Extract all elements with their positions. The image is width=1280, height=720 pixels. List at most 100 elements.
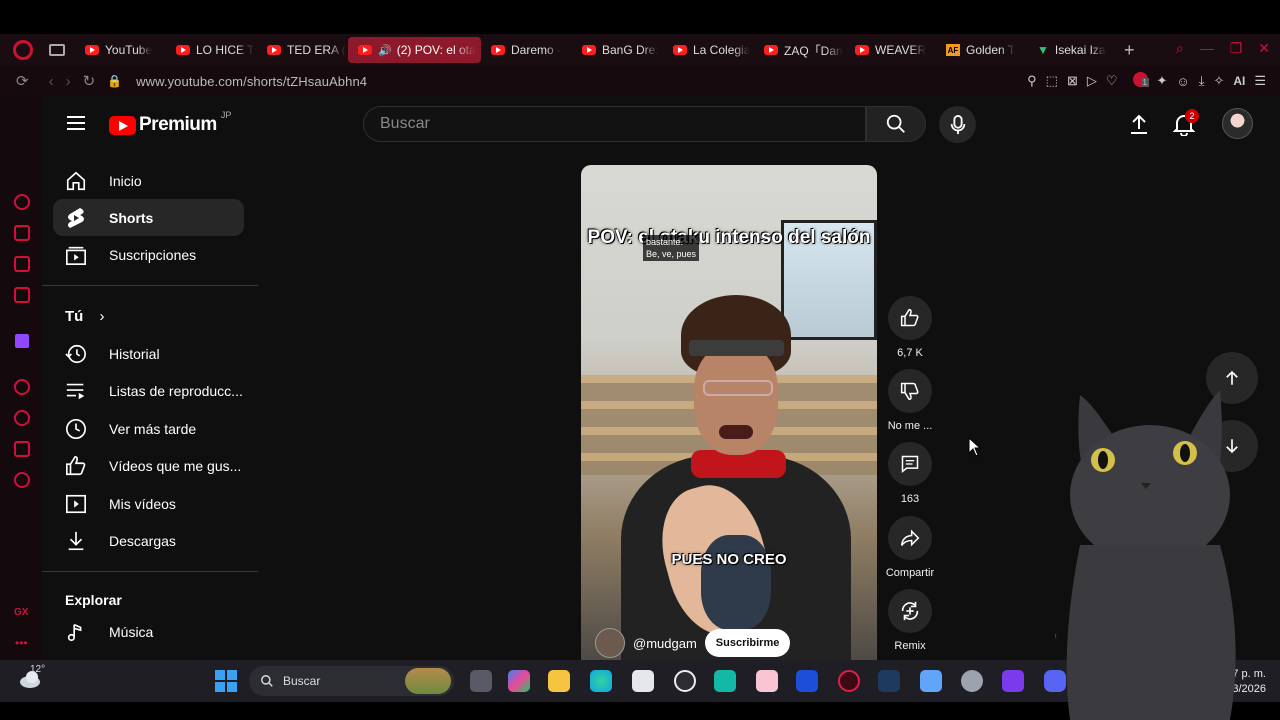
browser-tab[interactable]: ▼ Isekai Iza — [1027, 37, 1118, 63]
comments-button[interactable] — [888, 442, 932, 486]
opera-gx-taskbar-icon[interactable] — [674, 670, 696, 692]
reload-sync-icon[interactable]: ⟳ — [16, 72, 29, 90]
new-tab-icon[interactable]: + — [1124, 40, 1135, 61]
more-icon[interactable]: ••• — [15, 636, 28, 650]
lock-icon[interactable]: 🔒 — [107, 74, 122, 88]
file-explorer-icon[interactable] — [548, 670, 570, 692]
browser-tab-active[interactable]: 🔊 (2) POV: el ota — [348, 37, 481, 63]
upload-button[interactable] — [1129, 113, 1149, 140]
settings-icon[interactable] — [961, 670, 983, 692]
puzzle-icon[interactable]: ✦ — [1157, 73, 1168, 89]
remix-action[interactable]: Remix — [885, 589, 935, 652]
download-icon[interactable]: ⤓ — [1199, 73, 1205, 89]
tab-island-icon[interactable] — [49, 44, 65, 56]
sidebar-item-mis-videos[interactable]: Mis vídeos — [53, 485, 244, 522]
maximize-icon[interactable]: ❐ — [1230, 40, 1243, 57]
start-button[interactable] — [215, 670, 237, 692]
opera-gx-active-icon[interactable] — [838, 670, 860, 692]
aria-icon[interactable]: ✧ — [1213, 73, 1224, 89]
sidebar-item-listas[interactable]: Listas de reproducc... — [53, 372, 244, 409]
url-field[interactable]: www.youtube.com/shorts/tZHsauAbhn4 — [136, 74, 367, 89]
sidebar-item-shorts[interactable]: Shorts — [53, 199, 244, 236]
back-icon[interactable]: ‹ — [49, 73, 54, 90]
task-view-icon[interactable] — [470, 670, 492, 692]
extensions-sidebar-icon[interactable] — [14, 441, 30, 457]
hamburger-menu-icon[interactable] — [67, 116, 85, 130]
pin-icon[interactable]: ⚲ — [1027, 73, 1037, 89]
browser-tab[interactable]: WEAVER — [845, 37, 936, 63]
subscribe-button[interactable]: Suscribirme — [704, 629, 791, 657]
browser-tab[interactable]: LO HICE T — [166, 37, 257, 63]
comment-icon — [901, 455, 919, 474]
heart-icon[interactable]: ♡ — [1106, 73, 1118, 89]
opera-logo-icon[interactable] — [13, 40, 33, 60]
forward-icon[interactable]: › — [66, 73, 71, 90]
whatsapp-icon[interactable] — [714, 670, 736, 692]
youtube-guide-sidebar: Inicio Shorts Suscripciones Tú › Histori… — [42, 152, 258, 660]
like-action[interactable]: 6,7 K — [885, 296, 935, 359]
photos-icon[interactable] — [920, 670, 942, 692]
store-icon[interactable] — [632, 670, 654, 692]
minimize-icon[interactable]: — — [1200, 40, 1214, 57]
comments-action[interactable]: 163 — [885, 442, 935, 505]
browser-tab[interactable]: YouTube — [75, 37, 166, 63]
sidebar-item-inicio[interactable]: Inicio — [53, 162, 244, 199]
sidebar-item-suscripciones[interactable]: Suscripciones — [53, 236, 244, 273]
player-icon[interactable] — [14, 379, 30, 395]
clipchamp-icon[interactable] — [1002, 670, 1024, 692]
search-input[interactable] — [364, 107, 865, 141]
gx-corner-icon[interactable] — [14, 225, 30, 241]
sidebar-item-musica[interactable]: Música — [53, 613, 244, 650]
close-icon[interactable]: ✕ — [1258, 40, 1270, 57]
refresh-icon[interactable]: ↻ — [83, 72, 96, 90]
copilot-m365-icon[interactable] — [508, 670, 530, 692]
browser-tab[interactable]: AF Golden T — [936, 37, 1027, 63]
ai-button[interactable]: AI — [1233, 74, 1245, 88]
settings-sidebar-icon[interactable] — [14, 472, 30, 488]
block-icon[interactable]: ⊠ — [1067, 73, 1078, 89]
steam-icon[interactable] — [878, 670, 900, 692]
outlook-icon[interactable] — [796, 670, 818, 692]
youtube-premium-logo[interactable]: Premium JP — [109, 110, 231, 136]
share-action[interactable]: Compartir — [885, 516, 935, 579]
sidebar-item-historial[interactable]: Historial — [53, 335, 244, 372]
dislike-button[interactable] — [888, 369, 932, 413]
sidebar-you-heading[interactable]: Tú › — [65, 308, 105, 325]
browser-tab[interactable]: La Colegia — [663, 37, 754, 63]
voice-search-button[interactable] — [939, 106, 976, 143]
browser-tab[interactable]: Daremo - — [481, 37, 572, 63]
remix-button[interactable] — [888, 589, 932, 633]
mouse-cursor-icon — [968, 437, 982, 457]
search-button[interactable] — [866, 106, 926, 142]
app-pink-icon[interactable] — [756, 670, 778, 692]
twitch-icon[interactable] — [15, 334, 29, 348]
messenger-icon[interactable] — [14, 287, 30, 303]
speaker-icon[interactable]: 🔊 — [378, 44, 392, 57]
history-sidebar-icon[interactable] — [14, 410, 30, 426]
sidebar-item-ver-mas-tarde[interactable]: Ver más tarde — [53, 410, 244, 447]
menu-icon[interactable]: ☰ — [1254, 73, 1266, 89]
avatar[interactable] — [1222, 108, 1253, 139]
youtube-icon — [673, 45, 687, 55]
gx-cleaner-icon[interactable] — [14, 256, 30, 272]
dislike-label: No me ... — [887, 420, 933, 432]
search-tabs-icon[interactable]: ⌕ — [1176, 40, 1184, 57]
taskbar-search[interactable]: Buscar — [249, 666, 454, 696]
sidebar-item-descargas[interactable]: Descargas — [53, 522, 244, 559]
channel-avatar[interactable] — [595, 628, 625, 658]
dislike-action[interactable]: No me ... — [885, 369, 935, 432]
edge-icon[interactable] — [590, 670, 612, 692]
sidebar-item-videos-que-me-gustan[interactable]: Vídeos que me gus... — [53, 447, 244, 484]
gx-control-icon[interactable] — [14, 194, 30, 210]
profile-icon[interactable]: ☺ — [1176, 74, 1189, 89]
channel-name[interactable]: @mudgam — [633, 636, 697, 651]
browser-tab[interactable]: TED ERA ( — [257, 37, 348, 63]
play-icon[interactable]: ▷ — [1087, 73, 1097, 89]
extension-badge-icon[interactable]: 1 — [1132, 72, 1149, 90]
snapshot-icon[interactable]: ⬚ — [1046, 73, 1058, 89]
browser-tab[interactable]: ZAQ「Dan — [754, 37, 845, 63]
short-video-player[interactable]: POV: el otaku intenso del salón bastante… — [581, 165, 877, 660]
like-button[interactable] — [888, 296, 932, 340]
browser-tab[interactable]: BanG Dre: — [572, 37, 663, 63]
share-button[interactable] — [888, 516, 932, 560]
